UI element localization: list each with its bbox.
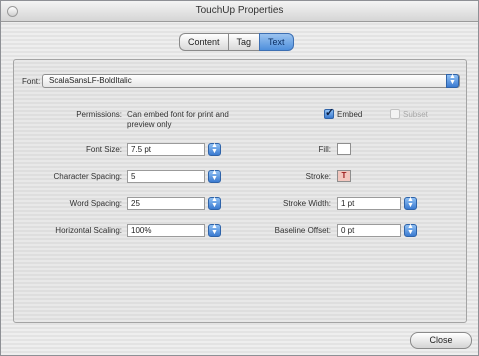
baseline-offset-stepper-icon[interactable]: ▲ ▼ [404,223,417,237]
baseline-offset-field[interactable]: 0 pt [337,224,401,237]
font-select[interactable]: ScalaSansLF-BoldItalic ▲ ▼ [42,73,460,88]
tab-text[interactable]: Text [259,33,294,51]
font-size-stepper-icon[interactable]: ▲ ▼ [208,142,221,156]
fill-label: Fill: [318,145,331,154]
character-spacing-label: Character Spacing: [53,172,122,181]
baseline-offset-label: Baseline Offset: [274,226,331,235]
font-label: Font: [22,77,41,86]
font-select-arrows-icon[interactable]: ▲ ▼ [446,73,459,88]
permissions-label: Permissions: [76,110,122,119]
horizontal-scaling-stepper-icon[interactable]: ▲ ▼ [208,223,221,237]
character-spacing-field[interactable]: 5 [127,170,205,183]
fill-color-swatch[interactable] [337,143,351,155]
text-properties-panel: Font: ScalaSansLF-BoldItalic ▲ ▼ Permissi… [13,59,467,323]
stroke-width-field[interactable]: 1 pt [337,197,401,210]
word-spacing-field[interactable]: 25 [127,197,205,210]
font-size-label: Font Size: [85,145,122,154]
title-bar[interactable]: TouchUp Properties [1,1,478,22]
window-title: TouchUp Properties [195,5,284,16]
character-spacing-stepper-icon[interactable]: ▲ ▼ [208,169,221,183]
font-size-field[interactable]: 7.5 pt [127,143,205,156]
tab-bar: Content Tag Text [179,33,294,51]
stroke-width-label: Stroke Width: [282,199,331,208]
stroke-width-stepper-icon[interactable]: ▲ ▼ [404,196,417,210]
subset-checkbox[interactable] [390,109,400,119]
embed-label: Embed [337,110,363,119]
permissions-value-line2: preview only [127,120,172,129]
word-spacing-stepper-icon[interactable]: ▲ ▼ [208,196,221,210]
horizontal-scaling-label: Horizontal Scaling: [55,226,122,235]
tab-tag[interactable]: Tag [227,33,260,51]
horizontal-scaling-field[interactable]: 100% [127,224,205,237]
stroke-swatch-text: T [341,171,347,180]
stroke-color-swatch[interactable]: T [337,170,351,182]
word-spacing-label: Word Spacing: [69,199,122,208]
embed-checkbox[interactable] [324,106,334,119]
stroke-label: Stroke: [305,172,331,181]
permissions-value-line1: Can embed font for print and [127,110,229,119]
close-button[interactable]: Close [410,332,472,349]
tab-content[interactable]: Content [179,33,228,51]
subset-label: Subset [403,110,428,119]
touchup-properties-window: TouchUp Properties Content Tag Text Font… [0,0,479,356]
font-select-value: ScalaSansLF-BoldItalic [49,76,132,85]
